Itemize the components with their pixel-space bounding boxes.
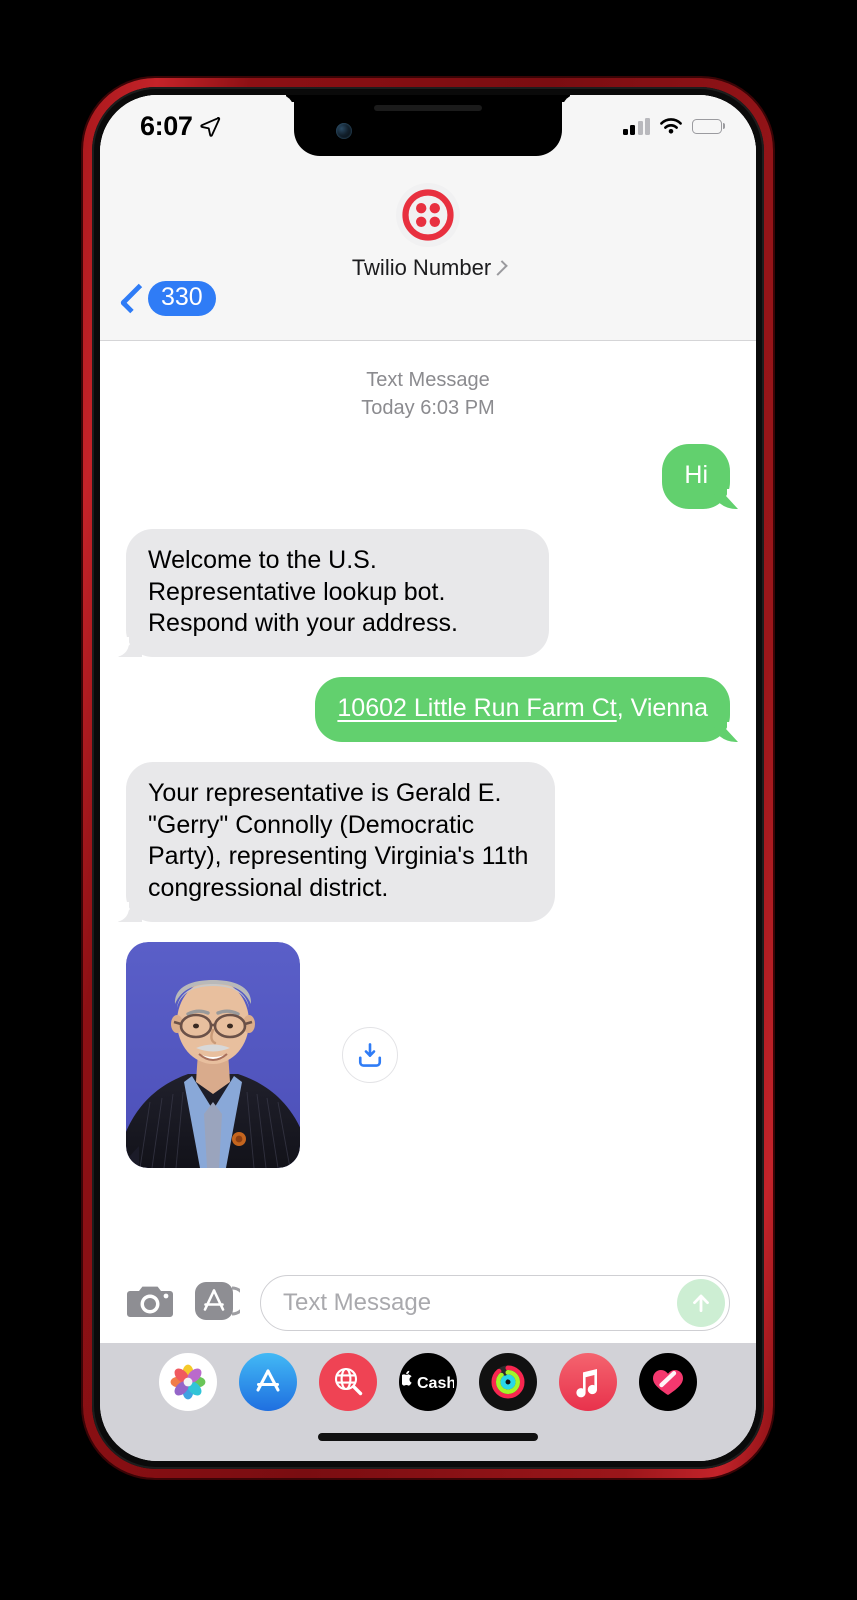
conversation-timestamp: Text Message Today 6:03 PM [126, 367, 730, 422]
home-indicator[interactable] [318, 1433, 538, 1441]
screenshot-stage: 6:07 330 Twilio Number Text Message Toda… [0, 0, 857, 1600]
health-app-icon[interactable] [639, 1353, 697, 1411]
message-bubble-outgoing[interactable]: Hi [662, 444, 741, 509]
message-composer: Text Message [100, 1263, 756, 1343]
status-bar-right [622, 117, 722, 136]
send-arrow-up-icon [693, 1294, 709, 1312]
download-attachment-button[interactable] [342, 1026, 398, 1083]
twilio-logo-icon [402, 189, 454, 241]
contact-header[interactable]: Twilio Number [100, 183, 756, 281]
message-row: 10602 Little Run Farm Ct, Vienna [126, 677, 741, 742]
cellular-signal-icon [622, 117, 650, 135]
images-search-app-icon[interactable] [319, 1353, 377, 1411]
chevron-right-icon [492, 260, 508, 276]
magnifier-globe-icon [334, 1367, 363, 1396]
music-note-icon [576, 1369, 598, 1398]
wifi-icon [660, 117, 682, 134]
earpiece-speaker-icon [374, 105, 482, 111]
message-bubble-outgoing[interactable]: 10602 Little Run Farm Ct, Vienna [315, 677, 741, 742]
back-button[interactable]: 330 [119, 281, 216, 316]
image-attachment[interactable] [126, 941, 300, 1168]
chevron-left-icon [119, 283, 150, 314]
message-row-attachment [126, 941, 730, 1168]
music-app-icon[interactable] [559, 1353, 617, 1411]
address-link[interactable]: 10602 Little Run Farm Ct [337, 694, 616, 722]
portrait-of-representative [126, 941, 300, 1168]
message-input-placeholder: Text Message [283, 1289, 432, 1316]
camera-icon [127, 1286, 173, 1317]
device-bezel: 6:07 330 Twilio Number Text Message Toda… [92, 87, 764, 1469]
avatar[interactable] [396, 183, 460, 247]
camera-button[interactable] [126, 1281, 174, 1326]
message-row: Your representative is Gerald E. "Gerry"… [115, 761, 730, 922]
address-suffix: , Vienna [616, 694, 708, 723]
message-row: Welcome to the U.S. Representative looku… [115, 528, 730, 658]
service-label: Text Message [366, 369, 490, 391]
app-store-icon [195, 1281, 247, 1320]
contact-name: Twilio Number [351, 255, 492, 280]
message-list[interactable]: Text Message Today 6:03 PM Hi Welcome to… [100, 341, 756, 1263]
device-screen: 6:07 330 Twilio Number Text Message Toda… [100, 95, 756, 1461]
svg-text:Cash: Cash [417, 1375, 454, 1392]
download-icon [358, 1043, 382, 1067]
message-bubble-incoming[interactable]: Welcome to the U.S. Representative looku… [115, 528, 549, 658]
iphone-device: 6:07 330 Twilio Number Text Message Toda… [83, 78, 773, 1478]
app-store-app-icon[interactable] [239, 1353, 297, 1411]
status-bar-clock: 6:07 [140, 110, 193, 141]
timestamp-value: Today 6:03 PM [361, 396, 495, 419]
fitness-app-icon[interactable] [479, 1353, 537, 1411]
contact-name-row[interactable]: Twilio Number [351, 255, 508, 281]
message-input-field[interactable]: Text Message [260, 1275, 730, 1331]
photos-app-icon[interactable] [159, 1353, 217, 1411]
display-notch [294, 95, 562, 156]
battery-icon [692, 118, 722, 134]
apple-cash-wordmark-icon: Cash [402, 1370, 454, 1392]
unread-count-badge: 330 [148, 281, 216, 316]
send-button[interactable] [677, 1279, 725, 1327]
photos-flower-icon [170, 1364, 206, 1400]
health-heart-icon [653, 1370, 683, 1395]
status-bar-left: 6:07 [140, 111, 221, 142]
imessage-app-drawer: Cash [100, 1343, 756, 1461]
message-row: Hi [126, 444, 741, 509]
apple-cash-app-icon[interactable]: Cash [399, 1353, 457, 1411]
app-store-a-icon [256, 1369, 280, 1392]
activity-rings-icon [491, 1365, 525, 1399]
message-bubble-incoming[interactable]: Your representative is Gerald E. "Gerry"… [115, 761, 555, 922]
location-arrow-icon [200, 116, 221, 137]
front-camera-icon [336, 123, 352, 139]
apps-button[interactable] [194, 1279, 247, 1328]
